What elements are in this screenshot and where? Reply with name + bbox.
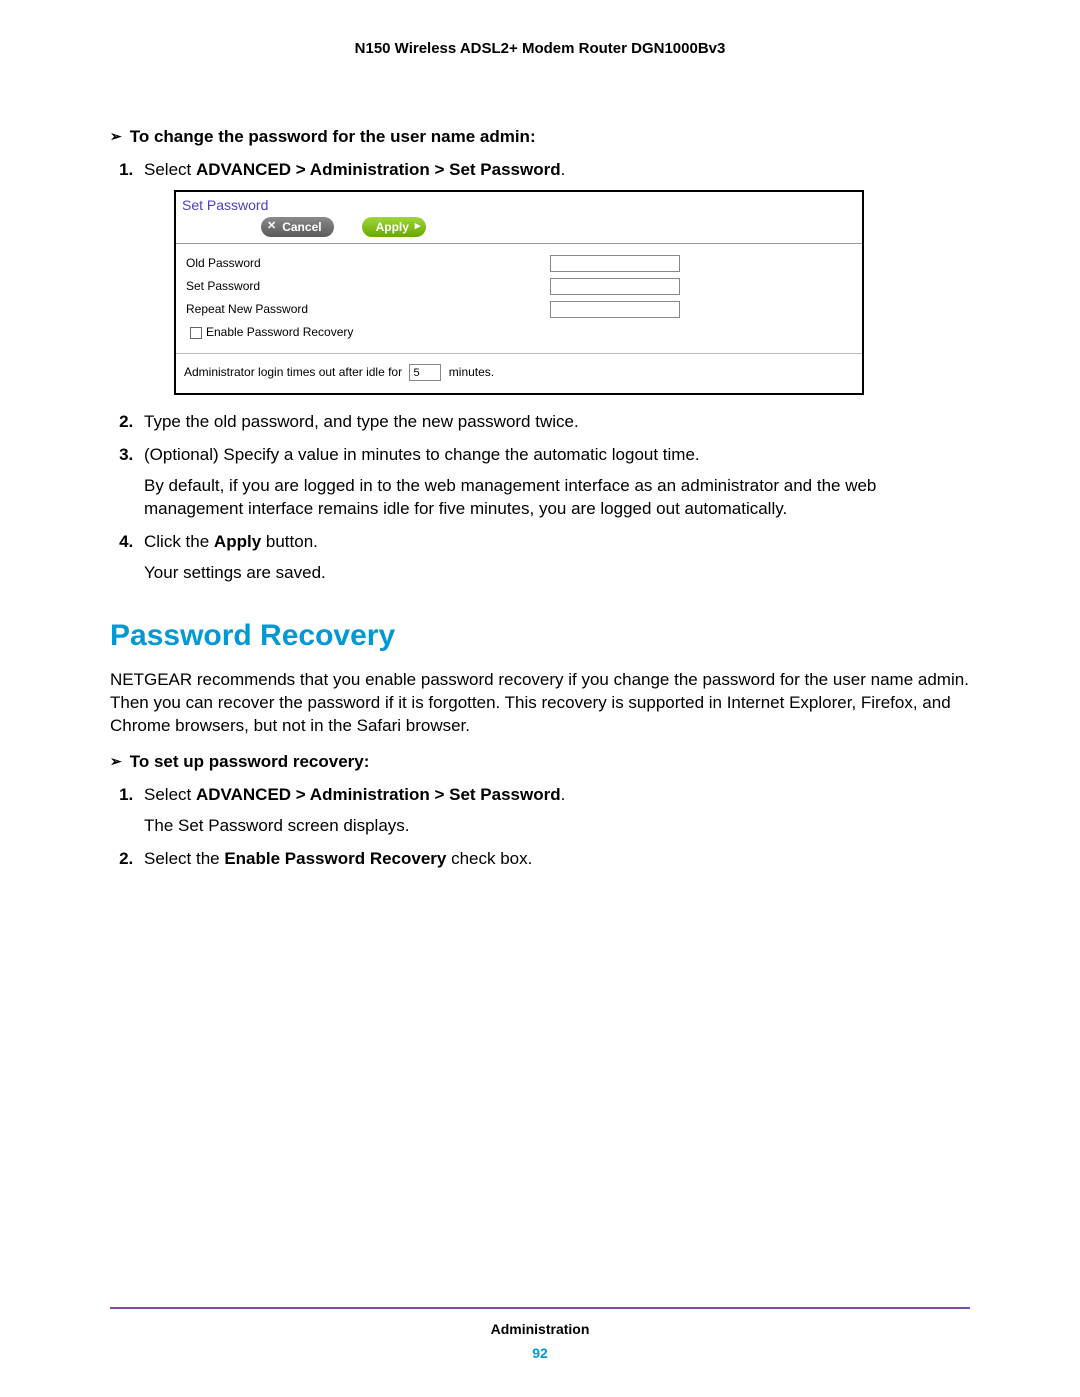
footer-rule <box>110 1307 970 1309</box>
table-row: Old Password <box>184 252 854 275</box>
idle-timeout-pre: Administrator login times out after idle… <box>184 365 402 379</box>
step-text: (Optional) Specify a value in minutes to… <box>144 445 700 464</box>
triangle-bullet-icon: ➢ <box>110 128 122 145</box>
table-row: Repeat New Password <box>184 298 854 321</box>
triangle-bullet-icon: ➢ <box>110 753 122 770</box>
close-icon: ✕ <box>267 221 276 232</box>
step-text: Type the old password, and type the new … <box>144 412 579 431</box>
page: N150 Wireless ADSL2+ Modem Router DGN100… <box>0 0 1080 1397</box>
step-text-post: . <box>561 160 566 179</box>
table-row: Set Password <box>184 275 854 298</box>
section-intro: NETGEAR recommends that you enable passw… <box>110 669 970 738</box>
set-password-label: Set Password <box>184 275 548 298</box>
step-text-post: . <box>561 785 566 804</box>
figure-idle-row: Administrator login times out after idle… <box>176 353 862 393</box>
step-text-post: check box. <box>446 849 532 868</box>
steps-list-change-password: Select ADVANCED > Administration > Set P… <box>138 159 970 585</box>
old-password-input[interactable] <box>550 255 680 272</box>
repeat-password-label: Repeat New Password <box>184 298 548 321</box>
step-text: Select the <box>144 849 224 868</box>
procedure-heading-setup-recovery: ➢ To set up password recovery: <box>110 752 970 772</box>
step-bold: Enable Password Recovery <box>224 849 446 868</box>
password-fields-table: Old Password Set Password Repeat New Pas… <box>184 252 854 343</box>
step-extra-text: The Set Password screen displays. <box>144 815 970 838</box>
procedure-heading-text: To change the password for the user name… <box>130 127 536 146</box>
repeat-password-input[interactable] <box>550 301 680 318</box>
figure-title: Set Password <box>176 192 862 217</box>
step-bold: Apply <box>214 532 261 551</box>
enable-recovery-label: Enable Password Recovery <box>206 325 353 339</box>
document-header: N150 Wireless ADSL2+ Modem Router DGN100… <box>110 40 970 57</box>
apply-button[interactable]: Apply ▸ <box>362 217 427 237</box>
enable-recovery-checkbox[interactable] <box>190 327 202 339</box>
step-extra-text: Your settings are saved. <box>144 562 970 585</box>
arrow-right-icon: ▸ <box>415 221 421 232</box>
figure-header: Set Password ✕ Cancel Apply ▸ <box>176 192 862 244</box>
table-row: Enable Password Recovery <box>184 321 854 343</box>
procedure-heading-change-password: ➢ To change the password for the user nam… <box>110 127 970 147</box>
set-password-figure: Set Password ✕ Cancel Apply ▸ <box>174 190 864 395</box>
step-text: Click the <box>144 532 214 551</box>
step-text: Select <box>144 160 196 179</box>
step-bold: ADVANCED > Administration > Set Password <box>196 785 561 804</box>
cancel-button-label: Cancel <box>282 219 321 235</box>
steps-list-setup-recovery: Select ADVANCED > Administration > Set P… <box>138 784 970 871</box>
procedure-heading-text: To set up password recovery: <box>130 752 370 771</box>
set-password-input[interactable] <box>550 278 680 295</box>
idle-timeout-post: minutes. <box>449 365 494 379</box>
old-password-label: Old Password <box>184 252 548 275</box>
cancel-button[interactable]: ✕ Cancel <box>261 217 334 237</box>
step-3: (Optional) Specify a value in minutes to… <box>138 444 970 521</box>
footer-page-number: 92 <box>110 1345 970 1361</box>
step-2: Select the Enable Password Recovery chec… <box>138 848 970 871</box>
step-text-post: button. <box>261 532 318 551</box>
section-heading-password-recovery: Password Recovery <box>110 619 970 653</box>
step-1: Select ADVANCED > Administration > Set P… <box>138 784 970 838</box>
idle-timeout-input[interactable] <box>409 364 441 381</box>
step-text: Select <box>144 785 196 804</box>
figure-toolbar: ✕ Cancel Apply ▸ <box>176 217 862 243</box>
apply-button-label: Apply <box>376 219 409 235</box>
step-2: Type the old password, and type the new … <box>138 411 970 434</box>
figure-form: Old Password Set Password Repeat New Pas… <box>176 244 862 347</box>
step-bold: ADVANCED > Administration > Set Password <box>196 160 561 179</box>
footer-section-name: Administration <box>110 1321 970 1337</box>
step-1: Select ADVANCED > Administration > Set P… <box>138 159 970 395</box>
page-footer: Administration 92 <box>110 1307 970 1361</box>
step-4: Click the Apply button. Your settings ar… <box>138 531 970 585</box>
step-extra-text: By default, if you are logged in to the … <box>144 475 970 521</box>
